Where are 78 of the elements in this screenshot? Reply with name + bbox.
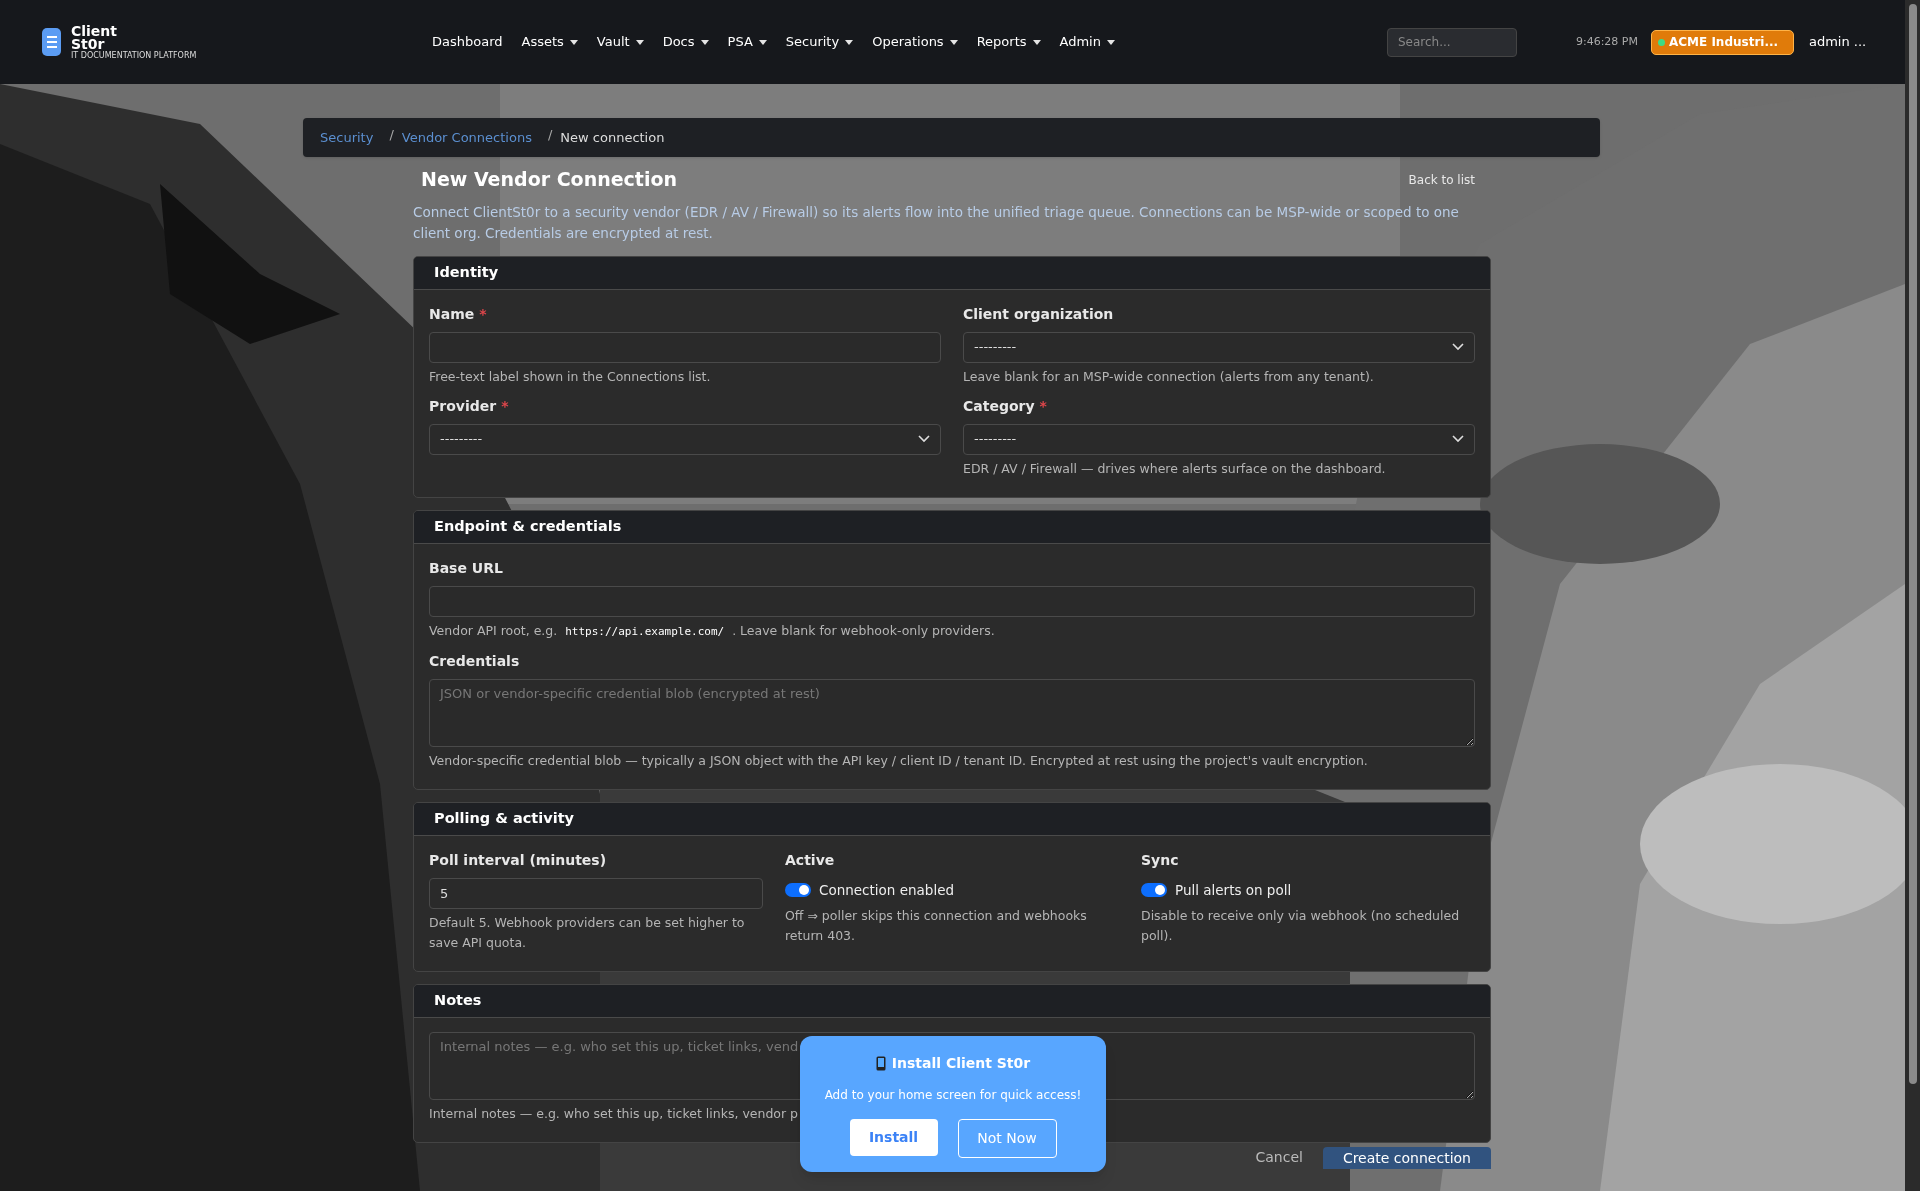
select-field[interactable]: --------- <box>963 423 1475 455</box>
help-text: Default 5. Webhook providers can be set higher to save API quota. <box>429 913 746 952</box>
back-link[interactable]: Back to list <box>1408 171 1475 189</box>
chevron-icon <box>918 435 930 443</box>
help-text: Off ⇒ poller skips this connection and webhooks return 403. <box>785 906 1088 945</box>
field-label: Sync <box>1141 850 1179 870</box>
required-mark: * <box>1039 396 1047 416</box>
nav-link[interactable]: Security <box>785 32 854 52</box>
toggle-label[interactable]: Connection enabled <box>819 879 954 900</box>
clock-text: 9:46:28 PM <box>1575 33 1638 50</box>
required-mark: * <box>479 304 487 324</box>
field-label: Category <box>963 396 1035 416</box>
select-field[interactable]: --------- <box>429 423 941 455</box>
nav-link[interactable]: Operations <box>872 32 958 52</box>
input-field[interactable]: 5 <box>429 877 763 909</box>
help-text: Leave blank for an MSP-wide connection (alerts from any tenant). <box>963 367 1375 386</box>
caret-icon <box>700 39 709 45</box>
page-title: New Vendor Connection <box>421 167 678 192</box>
caret-icon <box>845 39 854 45</box>
field-label: Provider <box>429 396 497 416</box>
caret-icon <box>1032 39 1041 45</box>
caret-icon <box>569 39 578 45</box>
section-title: Notes <box>434 990 482 1010</box>
field-label: Poll interval (minutes) <box>429 850 607 870</box>
required-mark: * <box>501 396 509 416</box>
field-label: Active <box>785 850 835 870</box>
breadcrumb-separator: / <box>389 125 394 144</box>
nav-link[interactable]: Dashboard <box>432 32 503 52</box>
help-text: EDR / AV / Firewall — drives where alerts surface on the dashboard. <box>963 459 1387 478</box>
chevron-icon <box>1452 435 1464 443</box>
scrollbar[interactable] <box>1905 0 1920 1191</box>
section-title: Identity <box>434 262 499 282</box>
dialog-title: Install Client St0r <box>891 1054 1031 1073</box>
section-title: Endpoint & credentials <box>434 516 622 536</box>
create-button[interactable]: Create connection <box>1322 1146 1491 1169</box>
nav-link[interactable]: Docs <box>662 32 709 52</box>
nav-link[interactable]: Reports <box>976 32 1041 52</box>
search-field[interactable]: Search... <box>1386 27 1517 57</box>
dialog-message: Add to your home screen for quick access! <box>824 1087 1082 1104</box>
breadcrumb-separator: / <box>547 125 553 144</box>
select-field[interactable]: --------- <box>963 331 1475 363</box>
toggle-switch[interactable] <box>1141 882 1167 897</box>
nav-link[interactable]: Admin <box>1059 32 1115 52</box>
caret-icon <box>758 39 767 45</box>
logo-title: St0r <box>71 37 105 51</box>
help-text: Free-text label shown in the Connections list. <box>429 367 712 386</box>
toggle-label[interactable]: Pull alerts on poll <box>1175 879 1292 900</box>
textarea-field[interactable]: JSON or vendor-specific credential blob (encrypted at rest) <box>429 678 1475 747</box>
chevron-icon <box>1452 343 1464 351</box>
field-label: Name <box>429 304 475 324</box>
help-text: Internal notes — e.g. who set this up, ticket links, vendor p <box>429 1104 800 1123</box>
breadcrumb-current: New connection <box>560 128 665 147</box>
logo-icon <box>42 28 61 56</box>
field-label: Credentials <box>429 651 520 671</box>
breadcrumb-link[interactable]: Security <box>320 127 374 148</box>
input-field[interactable] <box>429 585 1475 617</box>
nav-link[interactable]: Vault <box>596 32 644 52</box>
breadcrumb-link[interactable]: Vendor Connections <box>401 127 532 148</box>
nav-link[interactable]: Assets <box>521 32 578 52</box>
cancel-link[interactable]: Cancel <box>1255 1147 1303 1168</box>
caret-icon <box>949 39 958 45</box>
logo-tagline: IT DOCUMENTATION PLATFORM <box>71 52 197 60</box>
help-text: Vendor API root, e.g. https://api.example.com/ . Leave blank for webhook-only providers. <box>429 621 996 640</box>
field-label: Client organization <box>963 304 1114 324</box>
logo-title: Client <box>71 24 119 38</box>
help-text: Vendor-specific credential blob — typically a JSON object with the API key / client ID / tenant ID. Encrypted at rest using the project's vault encryption. <box>429 751 1369 770</box>
nav-link[interactable]: PSA <box>727 32 767 52</box>
page-description: Connect ClientSt0r to a security vendor (EDR / AV / Firewall) so its alerts flow into the unified triage queue. Connections can be MSP-wide or scoped to one client org. Credentials are encrypted at rest. <box>413 202 1460 243</box>
toggle-switch[interactable] <box>785 882 811 897</box>
phone-icon <box>875 1056 886 1071</box>
caret-icon <box>1106 39 1115 45</box>
install-button[interactable]: Install <box>849 1119 938 1156</box>
section-title: Polling & activity <box>434 808 575 828</box>
caret-icon <box>635 39 644 45</box>
user-menu[interactable]: admin ... <box>1809 32 1867 52</box>
field-label: Base URL <box>429 558 503 578</box>
input-field[interactable] <box>429 331 941 363</box>
help-text: Disable to receive only via webhook (no scheduled poll). <box>1141 906 1461 945</box>
